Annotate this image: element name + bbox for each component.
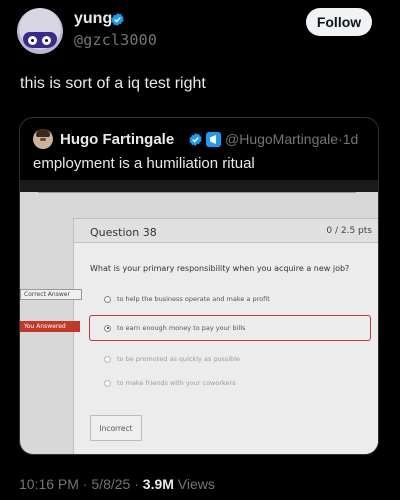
correct-answer-label: Correct Answer — [20, 289, 82, 300]
quoted-post-text: employment is a humiliation ritual — [33, 155, 255, 172]
question-header: Question 38 0 / 2.5 pts — [74, 219, 378, 243]
meta-separator: · — [134, 476, 139, 492]
answer-option: to make friends with your coworkers — [104, 379, 236, 387]
verified-badge-icon — [189, 132, 202, 147]
quiz-photo[interactable]: Question 38 0 / 2.5 pts What is your pri… — [20, 180, 378, 454]
quoted-author-handle[interactable]: @HugoMartingale — [225, 131, 338, 147]
avatar-eye-right — [42, 36, 51, 45]
radio-icon — [104, 295, 111, 303]
views-label: Views — [177, 476, 215, 492]
result-box: Incorrect — [90, 415, 142, 441]
quoted-author-name[interactable]: Hugo Fartingale — [60, 131, 174, 148]
author-display-name[interactable]: yung — [74, 10, 112, 28]
post-text: this is sort of a iq test right — [20, 75, 206, 92]
answer-option-text: to make friends with your coworkers — [117, 379, 236, 387]
follow-button[interactable]: Follow — [306, 8, 372, 36]
answer-option-text: to be promoted as quickly as possible — [117, 355, 241, 363]
answer-option-text: to earn enough money to pay your bills — [117, 324, 246, 332]
you-answered-label: You Answered — [20, 321, 80, 332]
verified-badge-icon — [111, 12, 124, 27]
photo-top-band — [20, 180, 378, 192]
affiliate-badge-icon — [206, 132, 221, 147]
question-number: Question 38 — [90, 226, 157, 239]
question-points: 0 / 2.5 pts — [326, 226, 372, 236]
radio-icon — [104, 379, 111, 387]
quoted-author-meta: @HugoMartingale·1d — [225, 131, 358, 147]
author-avatar[interactable] — [17, 8, 63, 54]
meta-separator: · — [82, 476, 88, 492]
answer-option: to help the business operate and make a … — [104, 295, 270, 303]
view-count: 3.9M — [142, 476, 174, 492]
answer-option: to be promoted as quickly as possible — [104, 355, 240, 363]
answer-option: to earn enough money to pay your bills — [104, 324, 245, 332]
photo-divider — [38, 192, 356, 193]
quiz-question-card: Question 38 0 / 2.5 pts What is your pri… — [73, 218, 378, 454]
question-prompt: What is your primary responsibility when… — [90, 264, 350, 273]
radio-icon — [104, 355, 111, 363]
radio-icon — [104, 324, 111, 332]
avatar-eye-left — [28, 36, 37, 45]
author-handle[interactable]: @gzcl3000 — [74, 31, 157, 49]
quoted-post-age: 1d — [342, 131, 359, 147]
answer-option-text: to help the business operate and make a … — [117, 295, 270, 303]
post-date[interactable]: 5/8/25 — [91, 476, 130, 492]
post-meta: 10:16 PM · 5/8/25 · 3.9M Views — [19, 476, 215, 492]
quoted-author-avatar[interactable] — [33, 129, 53, 149]
post-header: yung @gzcl3000 Follow — [0, 0, 400, 62]
quoted-post[interactable]: Hugo Fartingale @HugoMartingale·1d emplo… — [19, 117, 379, 455]
post-time[interactable]: 10:16 PM — [19, 476, 79, 492]
